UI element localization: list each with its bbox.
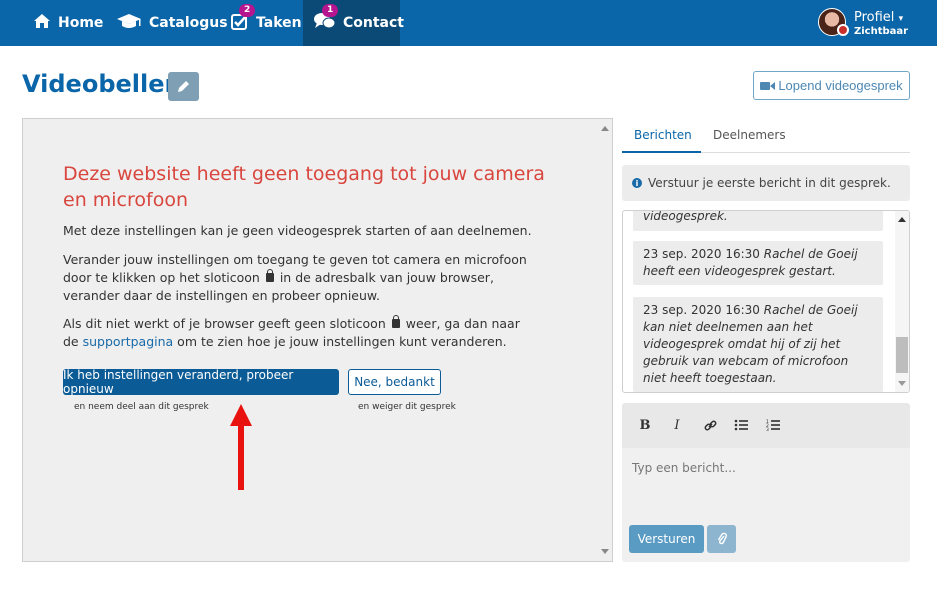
- scrollbar-thumb[interactable]: [896, 337, 908, 373]
- chevron-down-icon: ▾: [898, 14, 904, 24]
- home-icon: [33, 13, 51, 33]
- sidebar-tabs: Berichten Deelnemers: [622, 118, 910, 153]
- nav-item-taken[interactable]: 2 Taken: [231, 0, 302, 46]
- attach-button[interactable]: [707, 525, 736, 553]
- decline-button[interactable]: Nee, bedankt: [348, 369, 441, 395]
- red-arrow-annotation: [230, 404, 252, 490]
- message-time: 23 sep. 2020 16:30: [643, 303, 760, 317]
- decline-hint: en weiger dit gesprek: [358, 402, 456, 412]
- scroll-down-arrow-icon[interactable]: [601, 549, 609, 554]
- paperclip-icon: [717, 532, 727, 545]
- nav-item-label: Home: [58, 15, 104, 31]
- scroll-down-arrow-icon[interactable]: [898, 381, 906, 386]
- warning-paragraph-2: Verander jouw instellingen om toegang te…: [63, 251, 538, 305]
- video-pane: Deze website heeft geen toegang tot jouw…: [22, 118, 613, 562]
- message-list[interactable]: videogesprek. 23 sep. 2020 16:30 Rachel …: [622, 210, 910, 393]
- profile-menu[interactable]: Profiel ▾ Zichtbaar: [818, 6, 933, 40]
- info-message: i Verstuur je eerste bericht in dit gesp…: [622, 165, 910, 201]
- page-title: Videobellen: [22, 70, 182, 98]
- info-icon: i: [632, 178, 642, 188]
- warning-paragraph-1: Met deze instellingen kan je geen videog…: [63, 223, 532, 238]
- taken-badge: 2: [239, 4, 256, 17]
- lock-icon: [265, 269, 274, 282]
- profile-name: Profiel ▾: [854, 10, 904, 25]
- profile-status: Zichtbaar: [854, 26, 909, 37]
- link-icon[interactable]: [702, 417, 718, 433]
- retry-hint: en neem deel aan dit gesprek: [74, 402, 209, 412]
- formatting-toolbar: B I 123: [622, 403, 910, 448]
- video-pane-scrollbar[interactable]: [598, 119, 612, 561]
- paragraph-text: om te zien hoe je jouw instellingen kunt…: [177, 334, 507, 349]
- nav-item-label: Catalogus: [149, 15, 228, 31]
- nav-item-contact[interactable]: 1 Contact: [303, 0, 404, 46]
- message-time: 23 sep. 2020 16:30: [643, 247, 760, 261]
- nav-item-home[interactable]: Home: [33, 0, 103, 46]
- italic-icon[interactable]: I: [669, 417, 685, 433]
- edit-title-button[interactable]: [168, 72, 199, 101]
- numbered-list-icon[interactable]: 123: [765, 417, 781, 433]
- checkbox-icon: 2: [231, 4, 256, 34]
- message-text: videogesprek.: [643, 210, 728, 223]
- tab-berichten[interactable]: Berichten: [634, 128, 692, 142]
- contact-badge: 1: [322, 4, 339, 17]
- ongoing-videocall-label: Lopend videogesprek: [778, 78, 903, 93]
- message-list-scrollbar[interactable]: [895, 211, 909, 392]
- graduation-cap-icon: [116, 12, 142, 34]
- paragraph-text: Als dit niet werkt of je browser geeft g…: [63, 316, 386, 331]
- bullet-list-icon[interactable]: [733, 417, 749, 433]
- info-text: Verstuur je eerste bericht in dit gespre…: [648, 176, 891, 190]
- scroll-up-arrow-icon[interactable]: [601, 126, 609, 131]
- pencil-icon: [178, 81, 189, 92]
- chat-bubbles-icon: 1: [314, 4, 339, 34]
- bold-icon[interactable]: B: [637, 417, 653, 433]
- warning-paragraph-3: Als dit niet werkt of je browser geeft g…: [63, 315, 538, 351]
- nav-item-catalogus[interactable]: Catalogus: [116, 0, 228, 46]
- nav-item-label: Taken: [256, 15, 302, 31]
- lock-icon: [391, 315, 400, 328]
- support-page-link[interactable]: supportpagina: [83, 334, 174, 349]
- send-button[interactable]: Versturen: [629, 525, 704, 553]
- svg-text:3: 3: [766, 427, 769, 431]
- ongoing-videocall-button[interactable]: Lopend videogesprek: [753, 71, 910, 100]
- status-eye-icon: [837, 24, 849, 36]
- nav-item-label: Contact: [343, 15, 404, 31]
- scroll-up-arrow-icon[interactable]: [898, 217, 906, 222]
- tab-deelnemers[interactable]: Deelnemers: [713, 128, 786, 142]
- retry-button[interactable]: Ik heb instellingen veranderd, probeer o…: [63, 368, 339, 396]
- message-item: videogesprek.: [633, 210, 883, 231]
- active-tab-indicator: [622, 151, 701, 153]
- message-composer: B I 123 Typ een bericht... Versturen: [622, 403, 910, 562]
- video-camera-icon: [760, 81, 776, 90]
- message-input[interactable]: Typ een bericht...: [632, 461, 736, 475]
- message-item: 23 sep. 2020 16:30 Rachel de Goeij kan n…: [633, 297, 883, 392]
- top-navigation-bar: Home Catalogus 2 Taken 1 Contact Profiel…: [0, 0, 937, 46]
- warning-title: Deze website heeft geen toegang tot jouw…: [63, 163, 545, 211]
- message-item: 23 sep. 2020 16:30 Rachel de Goeij heeft…: [633, 241, 883, 285]
